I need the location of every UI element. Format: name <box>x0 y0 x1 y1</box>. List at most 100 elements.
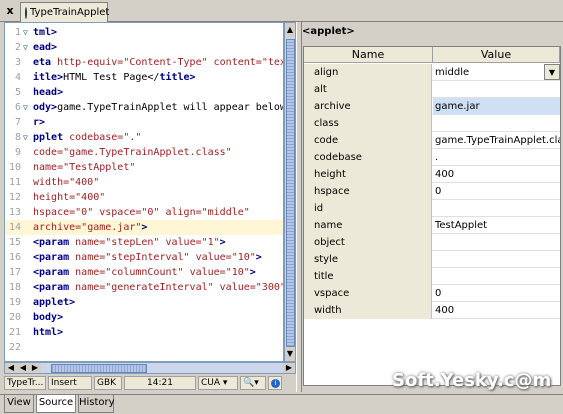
code-line[interactable]: 14 archive="game.jar"> <box>5 220 283 235</box>
column-header-value[interactable]: Value <box>433 47 560 63</box>
editor-vertical-scrollbar[interactable]: ▲ ▼ <box>284 22 296 362</box>
code-line[interactable]: 12 height="400" <box>5 190 283 205</box>
status-insert-mode[interactable]: Insert <box>48 376 92 390</box>
dropdown-arrow-icon[interactable]: ▼ <box>544 64 560 80</box>
property-value[interactable]: . <box>433 149 560 166</box>
property-row-object[interactable]: object <box>304 234 560 251</box>
code-line[interactable]: 3 eta http-equiv="Content-Type" content="… <box>5 55 283 70</box>
code-line[interactable]: 4 itle>HTML Test Page</title> <box>5 70 283 85</box>
split-divider[interactable] <box>296 22 302 392</box>
code-line[interactable]: 10 name="TestApplet" <box>5 160 283 175</box>
property-row-title[interactable]: title <box>304 268 560 285</box>
property-value[interactable] <box>433 234 560 251</box>
scroll-left-arrow-icon[interactable]: ◀ <box>5 363 17 373</box>
property-row-archive[interactable]: archive game.jar <box>304 98 560 115</box>
property-row-alt[interactable]: alt <box>304 81 560 98</box>
scroll-up-arrow-icon[interactable]: ▲ <box>285 23 295 37</box>
property-row-code[interactable]: codegame.TypeTrainApplet.class <box>304 132 560 149</box>
property-row-codebase[interactable]: codebase. <box>304 149 560 166</box>
tab-view[interactable]: View <box>4 395 34 413</box>
code-token: "400" <box>75 192 106 203</box>
code-token: pplet <box>33 132 70 143</box>
fold-toggle-icon[interactable]: ▽ <box>23 25 33 40</box>
property-value[interactable]: 0 <box>433 183 560 200</box>
property-row-width[interactable]: width 400 <box>304 302 560 319</box>
property-value[interactable]: 400 <box>433 302 560 319</box>
scroll-down-arrow-icon[interactable]: ▼ <box>285 347 295 361</box>
code-line[interactable]: 21 html> <box>5 325 283 340</box>
code-line[interactable]: 9 code="game.TypeTrainApplet.class" <box>5 145 283 160</box>
code-line[interactable]: 6 ▽ ody>game.TypeTrainApplet will appear b… <box>5 100 283 115</box>
property-value[interactable]: middle <box>433 64 560 81</box>
properties-table[interactable]: Name Value align middle ▼ alt archive game.ja… <box>303 46 561 386</box>
property-value[interactable] <box>433 115 560 132</box>
line-number: 18 <box>8 282 21 293</box>
property-row-height[interactable]: height 400 <box>304 166 560 183</box>
horizontal-scroll-thumb[interactable] <box>51 364 147 373</box>
tab-source[interactable]: Source <box>36 395 76 413</box>
close-tab-icon[interactable]: x <box>4 5 16 17</box>
bottom-tab-bar: View Source History <box>0 394 563 414</box>
fold-toggle-icon[interactable]: ▽ <box>23 40 33 55</box>
code-line[interactable]: 16 <param name="stepInterval" value="10"> <box>5 250 283 265</box>
column-header-name[interactable]: Name <box>304 47 433 63</box>
code-token: "300" <box>255 282 284 293</box>
code-line[interactable]: 22 <box>5 340 283 355</box>
property-name: style <box>304 251 432 268</box>
info-icon[interactable]: i <box>268 376 282 390</box>
status-keymap[interactable]: CUA ▾ <box>198 376 238 390</box>
property-value[interactable]: TestApplet <box>433 217 560 234</box>
editor-horizontal-scrollbar[interactable]: ◀ ◀ ▶ ▶ <box>4 362 296 374</box>
code-line[interactable]: 5 head> <box>5 85 283 100</box>
code-line[interactable]: 19 applet> <box>5 295 283 310</box>
scroll-right-fast-arrow-icon[interactable]: ▶ <box>29 363 41 373</box>
code-line[interactable]: 20 body> <box>5 310 283 325</box>
property-value[interactable] <box>433 268 560 285</box>
code-line[interactable]: 15 <param name="stepLen" value="1"> <box>5 235 283 250</box>
code-token: "middle" <box>201 207 250 218</box>
property-row-class[interactable]: class <box>304 115 560 132</box>
property-row-hspace[interactable]: hspace 0 <box>304 183 560 200</box>
property-row-align[interactable]: align middle ▼ <box>304 64 560 81</box>
fold-toggle-icon[interactable]: ▽ <box>23 100 33 115</box>
fold-toggle-icon[interactable]: ▽ <box>23 130 33 145</box>
line-number: 9 <box>14 147 21 158</box>
tab-history[interactable]: History <box>78 395 115 413</box>
code-line[interactable]: 7 r> <box>5 115 283 130</box>
search-icon[interactable]: 🔍▾ <box>240 376 266 390</box>
property-value[interactable] <box>433 81 560 98</box>
code-line[interactable]: 1 ▽ tml> <box>5 25 283 40</box>
code-line[interactable]: 11 width="400" <box>5 175 283 190</box>
property-row-id[interactable]: id <box>304 200 560 217</box>
code-line[interactable]: 2 ▽ ead> <box>5 40 283 55</box>
status-encoding[interactable]: GBK <box>94 376 122 390</box>
scroll-right-arrow-icon[interactable]: ▶ <box>283 363 295 373</box>
code-line[interactable]: 8 ▽ pplet codebase="." <box>5 130 283 145</box>
line-number: 13 <box>8 207 21 218</box>
property-value[interactable]: 400 <box>433 166 560 183</box>
property-row-name[interactable]: name TestApplet <box>304 217 560 234</box>
property-row-vspace[interactable]: vspace 0 <box>304 285 560 302</box>
code-token: title> <box>159 72 196 83</box>
code-token: ody> <box>33 102 58 113</box>
code-token: name= <box>75 252 106 263</box>
tab-typetrainapplet[interactable]: TypeTrainApplet <box>20 2 109 22</box>
property-value[interactable]: 0 <box>433 285 560 302</box>
code-line[interactable]: 13 hspace="0" vspace="0" align="middle" <box>5 205 283 220</box>
property-name: alt <box>304 81 432 98</box>
code-line[interactable]: 18 <param name="generateInterval" value="… <box>5 280 283 295</box>
code-token: <param <box>33 282 76 293</box>
status-cursor-position: 14:21 <box>124 376 196 390</box>
code-editor[interactable]: 1 ▽ tml> 2 ▽ ead> 3 eta http-equiv="Content-Typ… <box>4 22 284 362</box>
property-value[interactable] <box>433 200 560 217</box>
code-token: "stepInterval" <box>105 252 196 263</box>
vertical-scroll-thumb[interactable] <box>286 39 295 347</box>
code-line[interactable]: 17 <param name="columnCount" value="10"> <box>5 265 283 280</box>
scroll-left-fast-arrow-icon[interactable]: ◀ <box>17 363 29 373</box>
property-value[interactable]: game.jar <box>433 98 560 115</box>
property-value[interactable]: game.TypeTrainApplet.class <box>433 132 560 149</box>
property-value[interactable] <box>433 251 560 268</box>
code-token: archive= <box>33 222 82 233</box>
property-row-style[interactable]: style <box>304 251 560 268</box>
line-number: 22 <box>8 342 21 353</box>
